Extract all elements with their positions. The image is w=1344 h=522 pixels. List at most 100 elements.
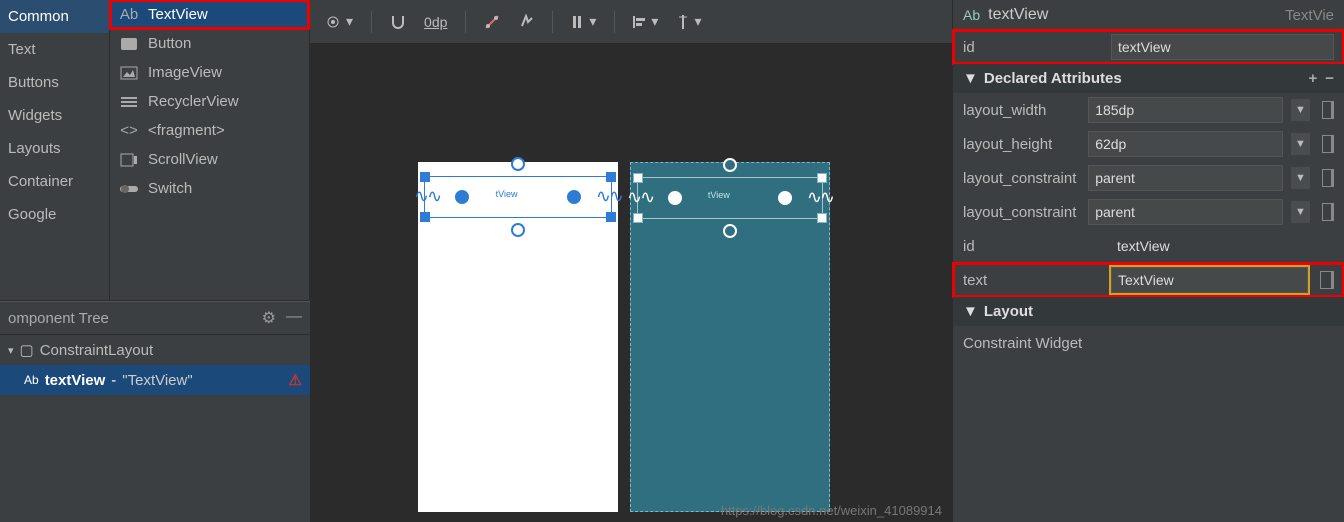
- clear-constraints-icon[interactable]: [484, 14, 500, 30]
- dropdown-icon[interactable]: ▼: [1291, 99, 1309, 121]
- category-layouts[interactable]: Layouts: [0, 132, 109, 165]
- textview-icon: Ab: [963, 7, 980, 23]
- anchor-left[interactable]: [668, 191, 682, 205]
- palette-item-imageview[interactable]: ImageView: [110, 58, 309, 87]
- resource-picker-icon[interactable]: [1322, 203, 1334, 221]
- resize-handle[interactable]: [817, 213, 827, 223]
- magnet-icon[interactable]: [390, 14, 406, 30]
- palette-item-scrollview[interactable]: ScrollView: [110, 145, 309, 174]
- resize-handle[interactable]: [633, 173, 643, 183]
- palette-item-recyclerview[interactable]: RecyclerView: [110, 87, 309, 116]
- view-mode-dropdown[interactable]: ▾: [324, 13, 353, 30]
- anchor-right[interactable]: [778, 191, 792, 205]
- warning-icon[interactable]: ⚠: [289, 371, 302, 389]
- anchor-top[interactable]: [511, 157, 525, 171]
- resize-handle[interactable]: [606, 172, 616, 182]
- remove-attr-icon[interactable]: −: [1325, 70, 1334, 87]
- imageview-icon: [120, 66, 138, 80]
- category-text[interactable]: Text: [0, 33, 109, 66]
- resize-handle[interactable]: [606, 212, 616, 222]
- selected-view-class: TextVie: [1285, 7, 1334, 24]
- attr-value: textView: [1111, 234, 1334, 258]
- tree-child-id: textView: [45, 372, 106, 389]
- component-tree-title: omponent Tree: [8, 310, 109, 327]
- attr-value-input[interactable]: [1088, 131, 1283, 157]
- guidelines-dropdown[interactable]: ▾: [676, 13, 701, 30]
- attr-text-input[interactable]: [1111, 267, 1308, 293]
- attr-name: layout_constraint: [963, 204, 1080, 221]
- attr-name: id: [963, 39, 1103, 56]
- category-common[interactable]: Common: [0, 0, 109, 33]
- palette-item-fragment[interactable]: <> <fragment>: [110, 116, 309, 145]
- constraint-widget-text: Constraint Widget: [963, 335, 1082, 352]
- attr-row-layout-width: layout_width ▼: [953, 93, 1344, 127]
- design-canvas[interactable]: ∿∿ ∿∿ tView ∿∿ ∿∿ tView: [310, 44, 952, 522]
- design-editor: ▾ 0dp ▾ ▾ ▾ ∿∿ ∿∿ tView: [310, 0, 952, 522]
- textview-icon: Ab: [120, 8, 138, 22]
- design-surface[interactable]: ∿∿ ∿∿ tView: [418, 162, 618, 512]
- attr-row-id: id textView: [953, 229, 1344, 263]
- palette-item-button[interactable]: Button: [110, 29, 309, 58]
- chevron-down-icon: ▼: [963, 70, 978, 87]
- textview-preview-label: tView: [708, 190, 730, 200]
- resize-handle[interactable]: [420, 212, 430, 222]
- align-dropdown[interactable]: ▾: [633, 13, 658, 30]
- attr-row-layout-constraint2: layout_constraint ▼: [953, 195, 1344, 229]
- watermark: https://blog.csdn.net/weixin_41089914: [721, 503, 942, 518]
- attr-value-input[interactable]: [1088, 165, 1283, 191]
- anchor-bottom[interactable]: [723, 224, 737, 238]
- resource-picker-icon[interactable]: [1322, 169, 1334, 187]
- dropdown-icon[interactable]: ▼: [1291, 133, 1309, 155]
- category-containers[interactable]: Container: [0, 165, 109, 198]
- button-icon: [120, 37, 138, 51]
- attr-name: layout_height: [963, 136, 1080, 153]
- palette-item-textview[interactable]: Ab TextView: [110, 0, 309, 29]
- attr-value-input[interactable]: [1088, 199, 1283, 225]
- pack-dropdown[interactable]: ▾: [571, 13, 596, 30]
- palette-item-label: <fragment>: [148, 122, 225, 139]
- section-layout[interactable]: ▼ Layout: [953, 297, 1344, 326]
- anchor-bottom[interactable]: [511, 223, 525, 237]
- selected-view-blueprint[interactable]: tView: [637, 177, 823, 219]
- resource-picker-icon[interactable]: [1322, 101, 1334, 119]
- textview-preview-label: tView: [496, 189, 518, 199]
- add-attr-icon[interactable]: +: [1308, 70, 1317, 87]
- blueprint-surface[interactable]: ∿∿ ∿∿ tView: [630, 162, 830, 512]
- resize-handle[interactable]: [420, 172, 430, 182]
- palette-item-label: TextView: [148, 6, 208, 23]
- anchor-top[interactable]: [723, 158, 737, 172]
- collapse-icon[interactable]: —: [286, 308, 302, 328]
- resource-picker-icon[interactable]: [1322, 135, 1334, 153]
- palette-item-label: Switch: [148, 180, 192, 197]
- category-widgets[interactable]: Widgets: [0, 99, 109, 132]
- resize-handle[interactable]: [633, 213, 643, 223]
- resize-handle[interactable]: [817, 173, 827, 183]
- resource-picker-icon[interactable]: [1320, 271, 1334, 289]
- section-title: Layout: [984, 303, 1033, 320]
- palette-item-switch[interactable]: Switch: [110, 174, 309, 203]
- tree-child-sep: -: [111, 372, 116, 389]
- attr-id-input[interactable]: [1111, 34, 1334, 60]
- dropdown-icon[interactable]: ▼: [1291, 201, 1309, 223]
- gear-icon[interactable]: ⚙: [262, 308, 276, 328]
- selected-view[interactable]: tView: [424, 176, 612, 218]
- category-buttons[interactable]: Buttons: [0, 66, 109, 99]
- default-margin[interactable]: 0dp: [424, 14, 447, 30]
- infer-constraints-icon[interactable]: [518, 14, 534, 30]
- palette-item-label: RecyclerView: [148, 93, 239, 110]
- attr-id-row: id: [953, 30, 1344, 64]
- constraint-icon: ▢: [20, 341, 34, 359]
- attr-value-input[interactable]: [1088, 97, 1283, 123]
- component-tree-header: omponent Tree ⚙ —: [0, 301, 310, 335]
- section-declared-attributes[interactable]: ▼ Declared Attributes + −: [953, 64, 1344, 93]
- tree-child-textview[interactable]: Ab textView - "TextView" ⚠: [0, 365, 310, 395]
- attr-row-layout-constraint1: layout_constraint ▼: [953, 161, 1344, 195]
- tree-root-constraintlayout[interactable]: ▾ ▢ ConstraintLayout: [0, 335, 310, 365]
- attributes-panel: Ab textView TextVie id ▼ Declared Attrib…: [952, 0, 1344, 522]
- anchor-left[interactable]: [455, 190, 469, 204]
- category-google[interactable]: Google: [0, 198, 109, 231]
- recyclerview-icon: [120, 95, 138, 109]
- dropdown-icon[interactable]: ▼: [1291, 167, 1309, 189]
- textview-icon: Ab: [24, 373, 39, 387]
- anchor-right[interactable]: [567, 190, 581, 204]
